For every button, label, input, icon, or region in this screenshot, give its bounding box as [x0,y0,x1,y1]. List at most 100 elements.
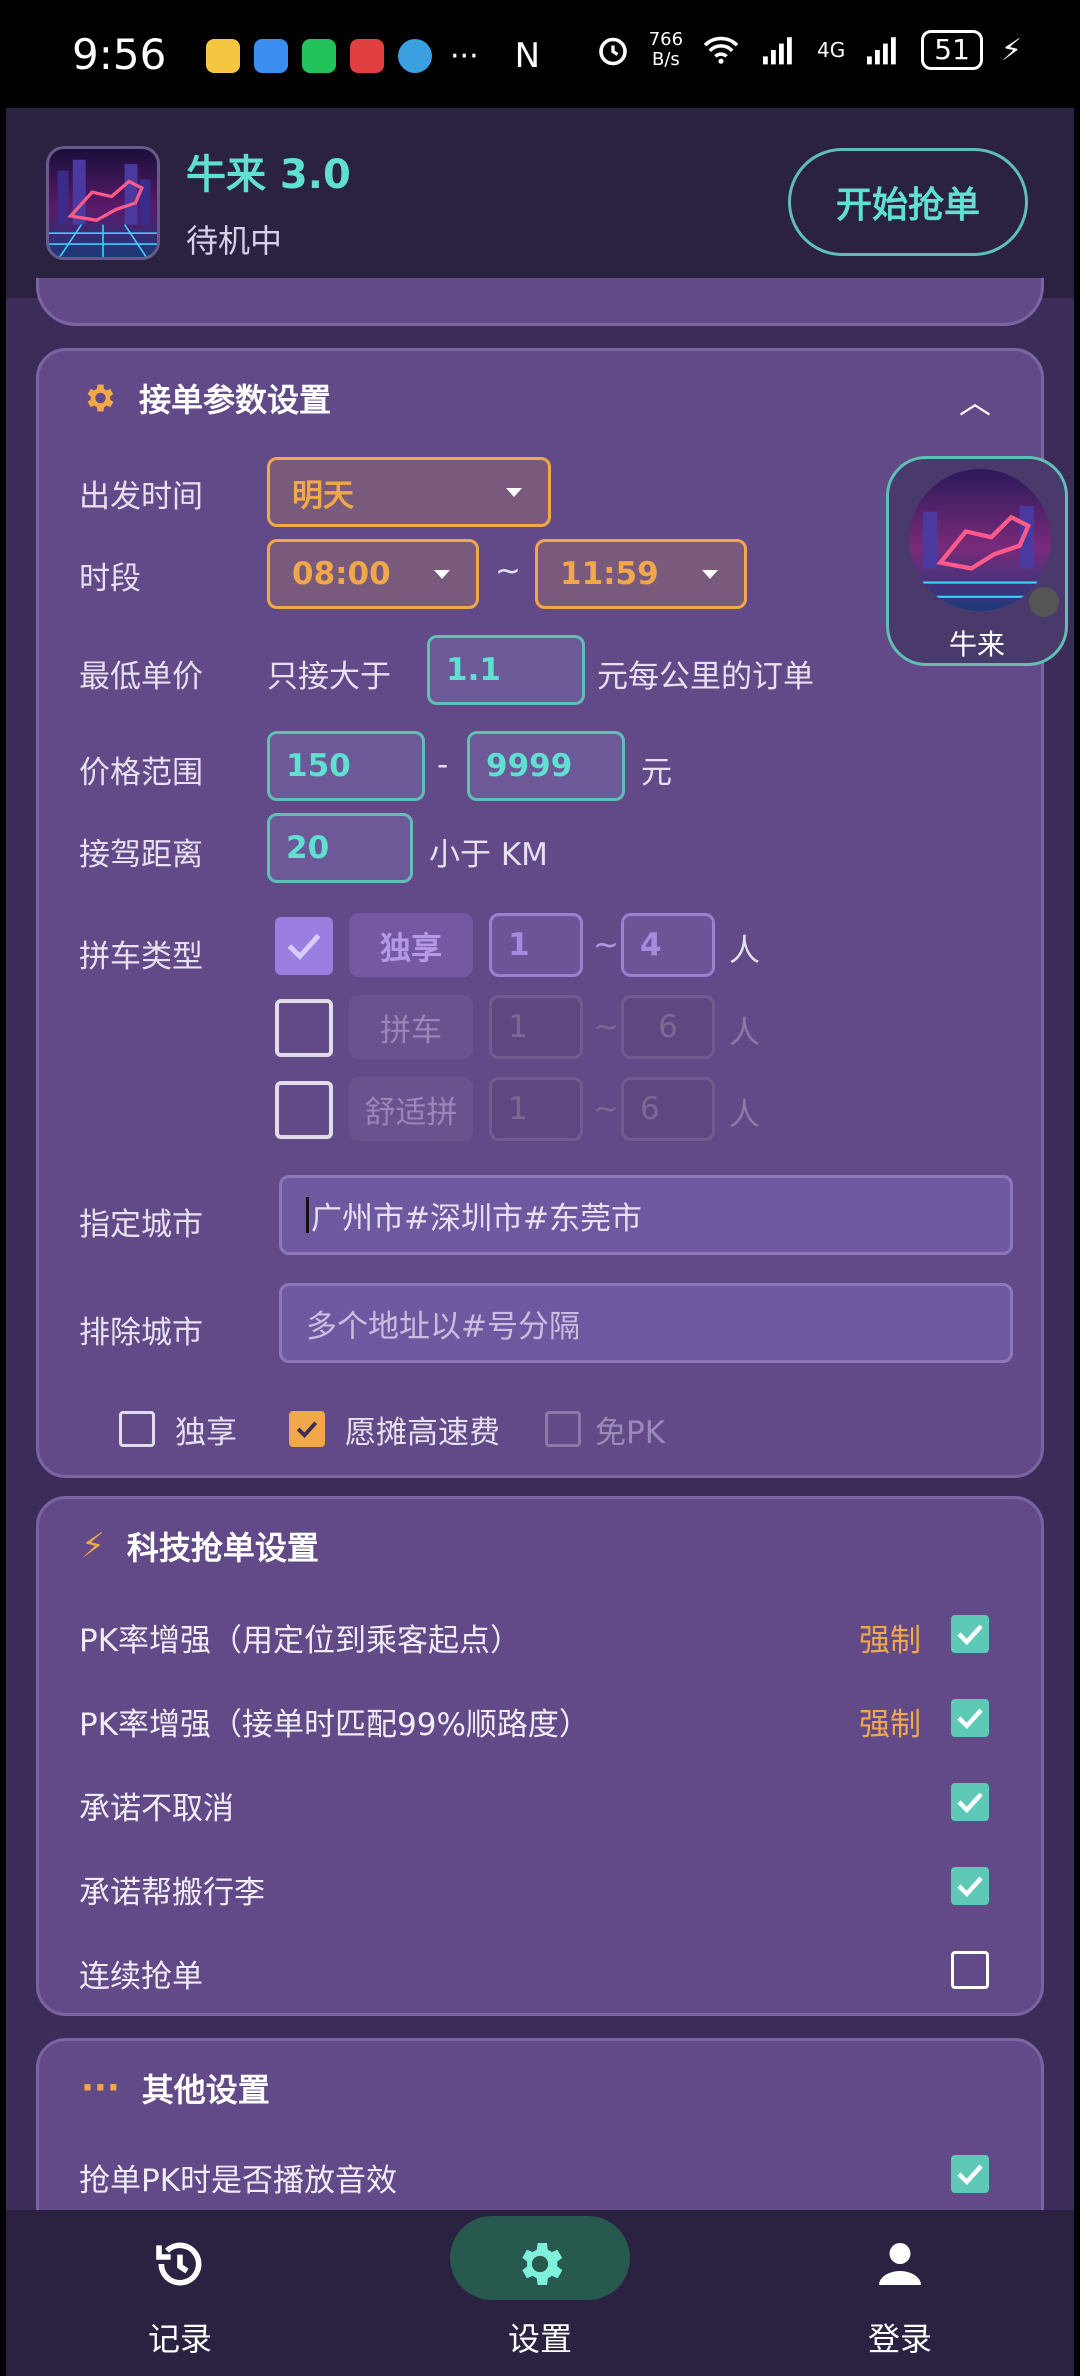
continuous-grab-checkbox[interactable] [951,1951,989,1989]
chevron-down-icon [434,570,450,579]
floating-close-dot[interactable] [1029,587,1059,617]
period-start-dropdown[interactable]: 08:00 [267,539,479,609]
floating-name: 牛来 [948,628,1005,661]
status-bar: 9:56 ··· N 766 B/s 4G 51 ⚡ [6,0,1074,108]
check-icon [957,1708,983,1730]
charging-icon: ⚡ [1000,32,1022,68]
carpool-shared-min[interactable]: 1 [489,995,583,1059]
no-pk-checkbox[interactable] [545,1411,581,1447]
min-price-suffix: 元每公里的订单 [597,659,814,695]
floating-bull-image [909,469,1051,611]
period-separator: ~ [495,553,521,589]
collapse-chevron-icon[interactable]: ︿ [959,377,991,423]
exclude-city-input[interactable]: 多个地址以#号分隔 [279,1283,1013,1363]
tech-grab-header: ⚡ 科技抢单设置 [81,1523,319,1569]
highway-fee-checkbox[interactable] [289,1411,325,1447]
carpool-comfort-sep: ~ [593,1091,619,1127]
no-pk-label[interactable]: 免PK [595,1407,665,1452]
tech-row-label: PK率增强（用定位到乘客起点） [79,1623,522,1659]
nav-settings[interactable]: 设置 [440,2210,640,2376]
sound-effect-label: 抢单PK时是否播放音效 [79,2163,398,2199]
designated-city-label: 指定城市 [79,1207,203,1243]
floating-bubble[interactable]: 牛来 [886,456,1068,666]
nav-login[interactable]: 登录 [800,2210,1000,2376]
period-label: 时段 [79,561,141,597]
order-params-header[interactable]: 接单参数设置 [81,375,331,421]
nav-records-label: 记录 [147,2320,212,2358]
min-price-prefix: 只接大于 [267,659,391,695]
carpool-exclusive-sep: ~ [593,927,619,963]
carpool-shared-checkbox[interactable] [275,999,333,1057]
alarm-icon [598,37,627,66]
tech-row-label: 承诺不取消 [79,1791,234,1827]
notification-app-icon [206,39,240,73]
previous-card-edge [36,278,1044,326]
wechat-icon [302,39,336,73]
depart-time-value: 明天 [292,477,354,514]
other-settings-title: 其他设置 [141,2071,270,2109]
wifi-icon [703,36,739,64]
tech-grab-card: ⚡ 科技抢单设置 PK率增强（用定位到乘客起点） 强制 PK率增强（接单时匹配9… [36,1496,1044,2016]
carpool-type-label: 拼车类型 [79,939,203,975]
app-title: 牛来 3.0 [186,152,351,198]
exclusive-option-checkbox[interactable] [119,1411,155,1447]
carpool-type-shared[interactable]: 拼车 [349,995,473,1059]
check-icon [296,1421,318,1438]
nav-login-label: 登录 [867,2320,932,2358]
carpool-exclusive-max[interactable]: 4 [621,913,715,977]
history-icon [156,2242,202,2286]
nav-records[interactable]: 记录 [80,2210,280,2376]
tech-row-label: PK率增强（接单时匹配99%顺路度） [79,1707,590,1743]
min-price-input[interactable]: 1.1 [427,635,585,705]
period-end-dropdown[interactable]: 11:59 [535,539,747,609]
price-max-input[interactable]: 9999 [467,731,625,801]
carpool-comfort-max[interactable]: 6 [621,1077,715,1141]
gear-icon [522,2243,563,2285]
start-grab-button[interactable]: 开始抢单 [788,148,1028,256]
chevron-down-icon [506,488,522,497]
carpool-type-comfort[interactable]: 舒适拼 [349,1077,473,1141]
no-cancel-checkbox[interactable] [951,1783,989,1821]
exclusive-option-label[interactable]: 独享 [175,1407,237,1452]
network-type: 4G [817,38,846,62]
carpool-exclusive-checkbox[interactable] [275,917,333,975]
carpool-comfort-min[interactable]: 1 [489,1077,583,1141]
carpool-type-exclusive[interactable]: 独享 [349,913,473,977]
app-screen: 9:56 ··· N 766 B/s 4G 51 ⚡ 牛来 3.0 待机中 开始… [6,0,1074,2376]
check-icon [957,1792,983,1814]
carpool-comfort-checkbox[interactable] [275,1081,333,1139]
net-speed-value: 766 [648,29,684,50]
depart-time-label: 出发时间 [79,479,203,515]
pk-route-checkbox[interactable] [951,1699,989,1737]
price-min-input[interactable]: 150 [267,731,425,801]
pickup-distance-label: 接驾距离 [79,837,203,873]
pickup-distance-input[interactable]: 20 [267,813,413,883]
browser-app-icon [398,39,432,73]
net-speed-unit: B/s [651,49,680,70]
depart-time-dropdown[interactable]: 明天 [267,457,551,527]
carpool-exclusive-min[interactable]: 1 [489,913,583,977]
carpool-exclusive-unit: 人 [729,933,760,969]
signal-icon-2 [867,37,897,65]
period-start-value: 08:00 [292,556,391,592]
tech-row-label: 连续抢单 [79,1959,203,1995]
status-indicators: 766 B/s 4G 51 ⚡ [595,30,1022,70]
check-icon [957,1876,983,1898]
pk-location-checkbox[interactable] [951,1615,989,1653]
message-app-icon [254,39,288,73]
carpool-shared-unit: 人 [729,1015,760,1051]
tech-row-label: 承诺帮搬行李 [79,1875,265,1911]
bull-icon [909,505,1051,598]
app-logo [46,146,160,260]
help-luggage-checkbox[interactable] [951,1867,989,1905]
highway-fee-label[interactable]: 愿摊高速费 [345,1407,500,1452]
tech-grab-title: 科技抢单设置 [126,1529,319,1567]
app-status: 待机中 [186,222,283,260]
net-speed: 766 B/s [649,30,683,70]
carpool-shared-sep: ~ [593,1009,619,1045]
carpool-shared-max[interactable]: 6 [621,995,715,1059]
sound-effect-checkbox[interactable] [951,2155,989,2193]
designated-city-input[interactable]: 广州市#深圳市#东莞市 [279,1175,1013,1255]
bottom-navigation: 记录 设置 登录 [6,2210,1074,2376]
text-cursor [306,1197,309,1233]
